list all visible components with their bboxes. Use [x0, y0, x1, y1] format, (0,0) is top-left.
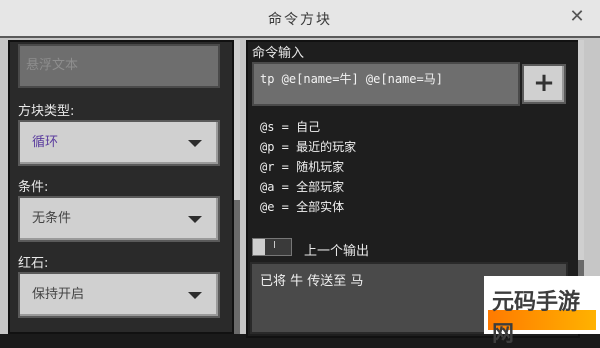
chevron-down-icon — [188, 216, 202, 223]
settings-scrollbar-thumb[interactable] — [234, 40, 240, 200]
window-title: 命令方块 — [268, 12, 332, 28]
selector-hint: @s = 自己 — [260, 120, 321, 134]
command-block-window: 命令方块 ✕ 悬浮文本 方块类型: 循环 条件: 无条件 红石: 保持开启 命令… — [0, 0, 600, 347]
previous-output-label: 上一个输出 — [304, 244, 370, 259]
redstone-label: 红石: — [18, 256, 49, 271]
add-button[interactable]: + — [522, 64, 566, 104]
watermark-text: 元码手游网 — [492, 290, 581, 347]
hover-text-input[interactable]: 悬浮文本 — [18, 44, 220, 88]
block-type-value: 循环 — [32, 135, 59, 150]
block-type-label: 方块类型: — [18, 104, 75, 119]
command-input-label: 命令输入 — [252, 46, 305, 61]
chevron-down-icon — [188, 140, 202, 147]
close-icon[interactable]: ✕ — [568, 8, 586, 26]
condition-dropdown[interactable]: 无条件 — [18, 196, 220, 242]
block-type-dropdown[interactable]: 循环 — [18, 120, 220, 166]
command-input[interactable]: tp @e[name=牛] @e[name=马] — [252, 62, 520, 106]
selector-hint: @a = 全部玩家 — [260, 180, 345, 194]
command-scrollbar-thumb[interactable] — [578, 40, 584, 260]
selector-hint: @p = 最近的玩家 — [260, 140, 357, 154]
watermark-logo: 元码手游网 — [484, 276, 600, 347]
redstone-dropdown[interactable]: 保持开启 — [18, 272, 220, 318]
redstone-value: 保持开启 — [32, 287, 85, 302]
previous-output-toggle[interactable]: I — [252, 238, 292, 256]
condition-label: 条件: — [18, 180, 49, 195]
toggle-knob — [253, 239, 265, 255]
settings-scrollbar[interactable] — [234, 40, 240, 334]
selector-hint: @r = 随机玩家 — [260, 160, 345, 174]
title-bar: 命令方块 ✕ — [0, 0, 600, 38]
condition-value: 无条件 — [32, 211, 72, 226]
toggle-glyph: I — [273, 240, 276, 251]
selector-hint: @e = 全部实体 — [260, 200, 345, 214]
chevron-down-icon — [188, 292, 202, 299]
plus-icon: + — [533, 68, 555, 98]
